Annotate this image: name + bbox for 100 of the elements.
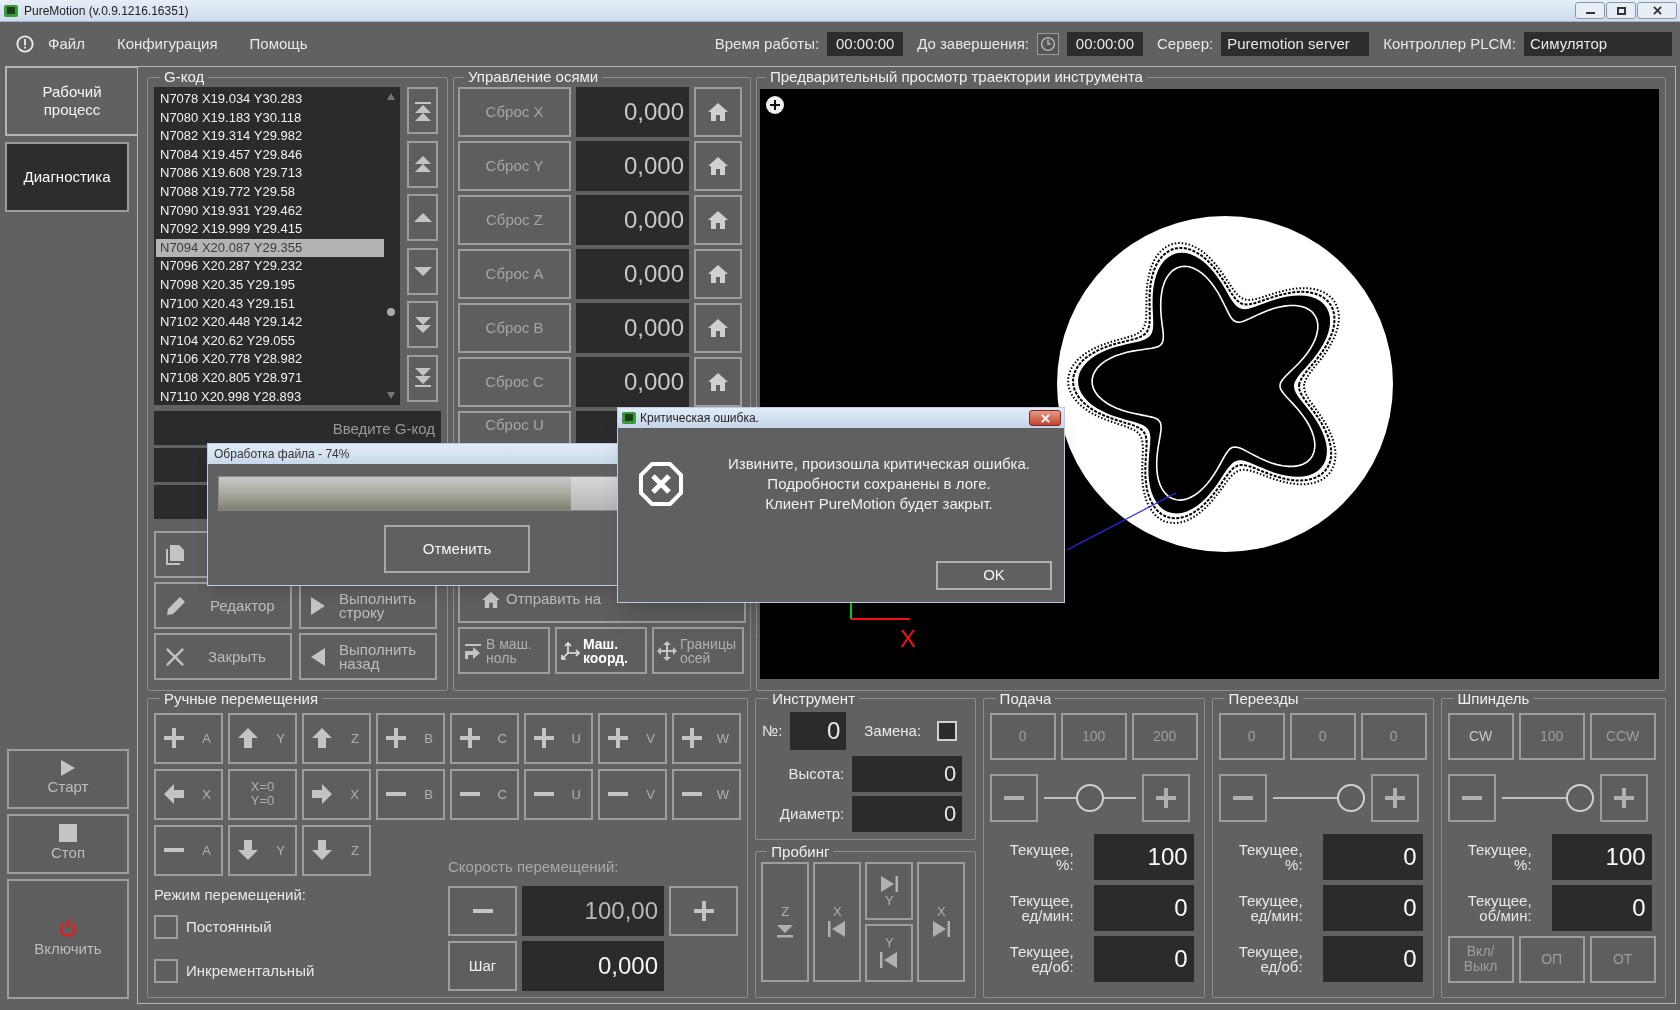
preset-button[interactable]: 0 [989, 713, 1056, 760]
jog-button[interactable]: Z [302, 825, 371, 876]
gcode-button[interactable]: Редактор [154, 582, 292, 629]
jog-button[interactable]: Z [302, 713, 371, 764]
preset-button[interactable]: 0 [1360, 713, 1427, 760]
reset-button[interactable]: Сброс X [458, 87, 571, 137]
tool-number-field[interactable]: 0 [790, 712, 847, 750]
axis-mode-button[interactable]: В маш. ноль [458, 627, 550, 674]
gcode-line[interactable]: N7098 X20.35 Y29.195 [156, 275, 384, 295]
jog-button[interactable]: A [154, 825, 223, 876]
spindle-button[interactable]: ОП [1518, 936, 1585, 983]
reset-button[interactable]: Сброс A [458, 249, 571, 299]
gcode-line[interactable]: N7086 X19.608 Y29.713 [156, 164, 384, 183]
gcode-line[interactable]: N7102 X20.448 Y29.142 [156, 313, 384, 332]
gcode-line[interactable]: N7082 X19.314 Y29.982 [156, 127, 384, 146]
preset-button[interactable]: 100 [1060, 713, 1127, 760]
preset-button[interactable]: 0 [1218, 713, 1285, 760]
gcode-line[interactable]: N7090 X19.931 Y29.462 [156, 201, 384, 221]
menu-item[interactable]: Конфигурация [116, 32, 218, 56]
spindle-button[interactable]: Вкл/Выкл [1447, 936, 1514, 983]
home-button[interactable] [694, 249, 742, 299]
diameter-field[interactable]: 0 [852, 796, 963, 832]
nav-tab[interactable]: Диагностика [5, 142, 129, 212]
gcode-line[interactable]: N7106 X20.778 Y28.982 [156, 350, 384, 369]
home-button[interactable] [694, 141, 742, 191]
gcode-input[interactable]: Введите G-код [154, 411, 441, 445]
gcode-line[interactable]: N7100 X20.43 Y29.151 [156, 294, 384, 314]
preset-button[interactable]: CCW [1589, 713, 1656, 760]
home-button[interactable] [694, 303, 742, 353]
preset-button[interactable]: 100 [1518, 713, 1585, 760]
step-button[interactable]: Шаг [448, 941, 517, 992]
increase-button[interactable] [669, 886, 738, 937]
probe-button[interactable]: Z [761, 862, 810, 982]
jog-button[interactable]: Y [228, 713, 297, 764]
reset-button[interactable]: Сброс C [458, 357, 571, 407]
slider-thumb[interactable] [1336, 784, 1365, 812]
home-button[interactable] [694, 357, 742, 407]
spindle-button[interactable]: ОТ [1589, 936, 1656, 983]
step-field[interactable]: 0,000 [522, 941, 664, 992]
gcode-line[interactable]: N7080 X19.183 Y30.118 [156, 108, 384, 128]
jog-button[interactable]: C [450, 713, 519, 764]
jog-button[interactable]: V [598, 769, 667, 820]
increase-button[interactable] [1599, 774, 1648, 822]
checkbox[interactable] [154, 915, 178, 940]
preset-button[interactable]: 0 [1289, 713, 1356, 760]
axis-mode-button[interactable]: Маш. коорд. [555, 627, 647, 674]
jog-button[interactable]: U [524, 713, 593, 764]
stop-button[interactable]: Стоп [7, 814, 129, 874]
zoom-in-icon[interactable] [766, 96, 784, 114]
scroll-button[interactable] [407, 140, 438, 188]
reset-button[interactable]: Сброс B [458, 303, 571, 353]
jog-button[interactable]: B [376, 713, 445, 764]
slider-thumb[interactable] [1565, 784, 1594, 812]
slider[interactable] [1043, 784, 1136, 812]
home-button[interactable] [694, 87, 742, 137]
probe-button[interactable]: X [917, 862, 966, 982]
slider[interactable] [1501, 784, 1594, 812]
jog-button[interactable]: X [154, 769, 223, 820]
start-button[interactable]: Старт [7, 749, 129, 809]
preset-button[interactable]: 200 [1131, 713, 1198, 760]
power-button[interactable]: Включить [7, 879, 129, 999]
jog-button[interactable]: X [302, 769, 371, 820]
menu-item[interactable]: Файл [48, 32, 85, 56]
jog-button[interactable]: C [450, 769, 519, 820]
probe-button[interactable]: Y [865, 924, 914, 982]
jog-button[interactable]: V [598, 713, 667, 764]
gcode-button[interactable]: Выполнить назад [299, 633, 437, 680]
decrease-button[interactable] [989, 774, 1038, 822]
increase-button[interactable] [1370, 774, 1419, 822]
cancel-button[interactable]: Отменить [384, 525, 530, 573]
menu-item[interactable]: Помощь [249, 32, 308, 56]
gcode-line[interactable]: N7104 X20.62 Y29.055 [156, 331, 384, 351]
nav-tab[interactable]: Рабочий процесс [5, 66, 137, 136]
decrease-button[interactable] [448, 886, 517, 937]
ok-button[interactable]: OK [936, 561, 1052, 590]
slider-thumb[interactable] [1075, 784, 1104, 812]
jog-button[interactable]: A [154, 713, 223, 764]
preset-button[interactable]: CW [1447, 713, 1514, 760]
gcode-button[interactable]: Закрыть [154, 633, 292, 680]
reset-button[interactable]: Сброс Z [458, 195, 571, 245]
restore-button[interactable] [1606, 2, 1636, 19]
scroll-button[interactable] [407, 301, 438, 349]
jog-button[interactable]: Y [228, 825, 297, 876]
axis-mode-button[interactable]: Границы осей [652, 627, 744, 674]
scroll-button[interactable] [407, 247, 438, 295]
decrease-button[interactable] [1447, 774, 1496, 822]
gcode-line[interactable]: N7078 X19.034 Y30.283 [156, 90, 384, 109]
jog-button[interactable]: W [672, 769, 741, 820]
reset-button[interactable]: Сброс Y [458, 141, 571, 191]
gcode-line[interactable]: N7088 X19.772 Y29.58 [156, 182, 384, 202]
jog-button[interactable]: W [672, 713, 741, 764]
close-button[interactable] [1029, 410, 1061, 426]
checkbox[interactable] [154, 959, 178, 984]
gcode-line[interactable]: N7110 X20.998 Y28.893 [156, 387, 384, 407]
slider[interactable] [1272, 784, 1365, 812]
increase-button[interactable] [1141, 774, 1190, 822]
speed-field[interactable]: 100,00 [522, 886, 664, 937]
zero-xy-button[interactable]: X=0 Y=0 [228, 769, 297, 820]
decrease-button[interactable] [1218, 774, 1267, 822]
scroll-button[interactable] [407, 87, 438, 134]
